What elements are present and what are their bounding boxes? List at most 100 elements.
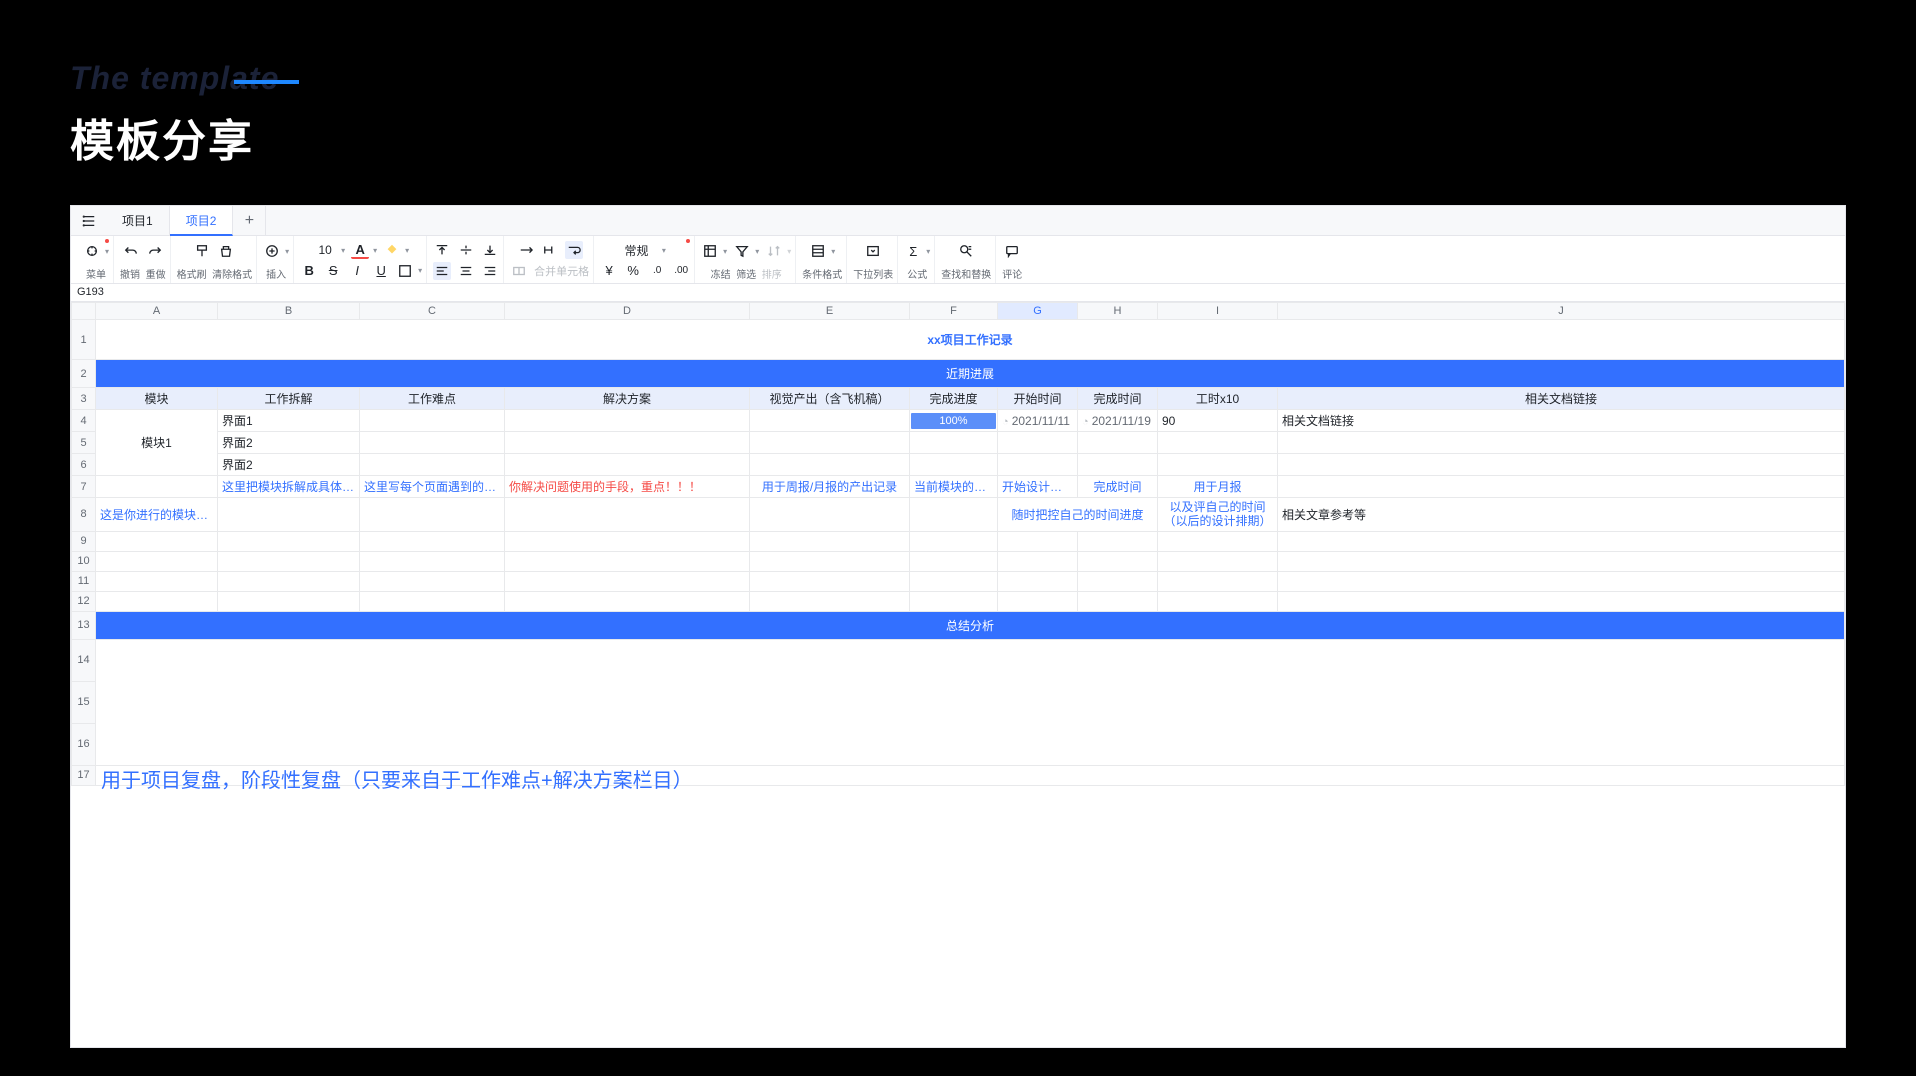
doc-title-cell[interactable]: xx项目工作记录 xyxy=(96,320,1845,360)
freeze-button[interactable] xyxy=(701,242,719,260)
strikethrough-button[interactable]: S xyxy=(324,262,342,280)
section-summary[interactable]: 总结分析 xyxy=(96,611,1845,639)
wrap-clip-button[interactable] xyxy=(541,241,559,259)
dropdown-list-button[interactable] xyxy=(864,242,882,260)
cell-H4[interactable]: 2021/11/19 xyxy=(1078,410,1158,432)
hdr-end[interactable]: 完成时间 xyxy=(1078,388,1158,410)
wrap-wrap-button[interactable] xyxy=(565,241,583,259)
sheet-tab-2[interactable]: 项目2 xyxy=(170,206,234,236)
redo-button[interactable] xyxy=(146,242,164,260)
undo-button[interactable] xyxy=(122,242,140,260)
col-A[interactable]: A xyxy=(96,303,218,320)
merge-cells-button[interactable] xyxy=(510,262,528,280)
row-1[interactable]: 1 xyxy=(72,320,96,360)
row-11[interactable]: 11 xyxy=(72,571,96,591)
summary-note[interactable]: 用于项目复盘，阶段性复盘（只要来自于工作难点+解决方案栏目） xyxy=(101,764,693,800)
row-14[interactable]: 14 xyxy=(72,639,96,681)
paint-format-button[interactable] xyxy=(193,242,211,260)
cell-J7[interactable] xyxy=(1278,476,1845,498)
decrease-decimal-button[interactable]: .0 xyxy=(648,262,666,280)
formula-button[interactable]: Σ xyxy=(904,242,922,260)
col-F[interactable]: F xyxy=(910,303,998,320)
row-2[interactable]: 2 xyxy=(72,360,96,388)
row-3[interactable]: 3 xyxy=(72,388,96,410)
hdr-link[interactable]: 相关文档链接 xyxy=(1278,388,1845,410)
font-size-input[interactable]: 10 xyxy=(313,242,337,258)
wrap-overflow-button[interactable] xyxy=(517,241,535,259)
row-13[interactable]: 13 xyxy=(72,611,96,639)
row-6[interactable]: 6 xyxy=(72,454,96,476)
hint-E7[interactable]: 用于周报/月报的产出记录 xyxy=(750,476,910,498)
align-right-button[interactable] xyxy=(481,262,499,280)
hdr-hours[interactable]: 工时x10 xyxy=(1158,388,1278,410)
cell-G4[interactable]: 2021/11/11 xyxy=(998,410,1078,432)
row-17[interactable]: 17 xyxy=(72,765,96,785)
hint-D7[interactable]: 你解决问题使用的手段，重点！！！ xyxy=(505,476,750,498)
hint-H7[interactable]: 完成时间 xyxy=(1078,476,1158,498)
hint-I8[interactable]: 以及评自己的时间（以后的设计排期） xyxy=(1158,498,1278,532)
hint-B7[interactable]: 这里把模块拆解成具体的页面 xyxy=(218,476,360,498)
increase-decimal-button[interactable]: .00 xyxy=(672,262,690,280)
cell-D4[interactable] xyxy=(505,410,750,432)
cell-E4[interactable] xyxy=(750,410,910,432)
cell-B5[interactable]: 界面2 xyxy=(218,432,360,454)
module1-cell[interactable]: 模块1 xyxy=(96,410,218,476)
align-center-button[interactable] xyxy=(457,262,475,280)
hdr-progress[interactable]: 完成进度 xyxy=(910,388,998,410)
row-12[interactable]: 12 xyxy=(72,591,96,611)
cell-J4[interactable]: 相关文档链接 xyxy=(1278,410,1845,432)
insert-button[interactable] xyxy=(263,242,281,260)
row-4[interactable]: 4 xyxy=(72,410,96,432)
row-5[interactable]: 5 xyxy=(72,432,96,454)
font-color-button[interactable]: A xyxy=(351,241,369,259)
hint-G7[interactable]: 开始设计时间 xyxy=(998,476,1078,498)
col-I[interactable]: I xyxy=(1158,303,1278,320)
number-format-select[interactable]: 常规 xyxy=(624,242,648,259)
col-D[interactable]: D xyxy=(505,303,750,320)
cell-reference-box[interactable]: G193 xyxy=(71,284,1845,302)
row-9[interactable]: 9 xyxy=(72,531,96,551)
italic-button[interactable]: I xyxy=(348,262,366,280)
row-7[interactable]: 7 xyxy=(72,476,96,498)
row-8[interactable]: 8 xyxy=(72,498,96,532)
hdr-module[interactable]: 模块 xyxy=(96,388,218,410)
valign-mid-button[interactable] xyxy=(457,241,475,259)
hdr-breakdown[interactable]: 工作拆解 xyxy=(218,388,360,410)
cell-B4[interactable]: 界面1 xyxy=(218,410,360,432)
clear-format-button[interactable] xyxy=(217,242,235,260)
hdr-visual[interactable]: 视觉产出（含飞机稿） xyxy=(750,388,910,410)
filter-button[interactable] xyxy=(733,242,751,260)
row-10[interactable]: 10 xyxy=(72,551,96,571)
hint-J8[interactable]: 相关文章参考等 xyxy=(1278,498,1845,532)
col-E[interactable]: E xyxy=(750,303,910,320)
row-15[interactable]: 15 xyxy=(72,681,96,723)
percent-button[interactable]: % xyxy=(624,262,642,280)
cell-A7[interactable] xyxy=(96,476,218,498)
underline-button[interactable]: U xyxy=(372,262,390,280)
hint-F7[interactable]: 当前模块的进度表 xyxy=(910,476,998,498)
col-C[interactable]: C xyxy=(360,303,505,320)
menu-icon[interactable] xyxy=(83,242,101,260)
col-H[interactable]: H xyxy=(1078,303,1158,320)
border-button[interactable] xyxy=(396,262,414,280)
spreadsheet-grid[interactable]: A B C D E F G H I J 1xx项目工作记录 2近期进展 3 模块 xyxy=(71,302,1845,1047)
hint-GH8[interactable]: 随时把控自己的时间进度 xyxy=(998,498,1158,532)
hint-C7[interactable]: 这里写每个页面遇到的设计问题 xyxy=(360,476,505,498)
sheets-list-icon[interactable] xyxy=(71,214,106,228)
hint-I7[interactable]: 用于月报 xyxy=(1158,476,1278,498)
bold-button[interactable]: B xyxy=(300,262,318,280)
cell-F4[interactable]: 100% xyxy=(910,410,998,432)
row-16[interactable]: 16 xyxy=(72,723,96,765)
col-B[interactable]: B xyxy=(218,303,360,320)
hint-A8[interactable]: 这是你进行的模块设计 xyxy=(96,498,218,532)
col-J[interactable]: J xyxy=(1278,303,1845,320)
comment-button[interactable] xyxy=(1003,242,1021,260)
add-sheet-button[interactable]: + xyxy=(233,206,266,236)
sort-button[interactable] xyxy=(765,242,783,260)
sheet-tab-1[interactable]: 项目1 xyxy=(106,206,170,236)
currency-button[interactable]: ¥ xyxy=(600,262,618,280)
cell-B6[interactable]: 界面2 xyxy=(218,454,360,476)
fill-color-button[interactable] xyxy=(383,241,401,259)
section-recent[interactable]: 近期进展 xyxy=(96,360,1845,388)
align-left-button[interactable] xyxy=(433,262,451,280)
